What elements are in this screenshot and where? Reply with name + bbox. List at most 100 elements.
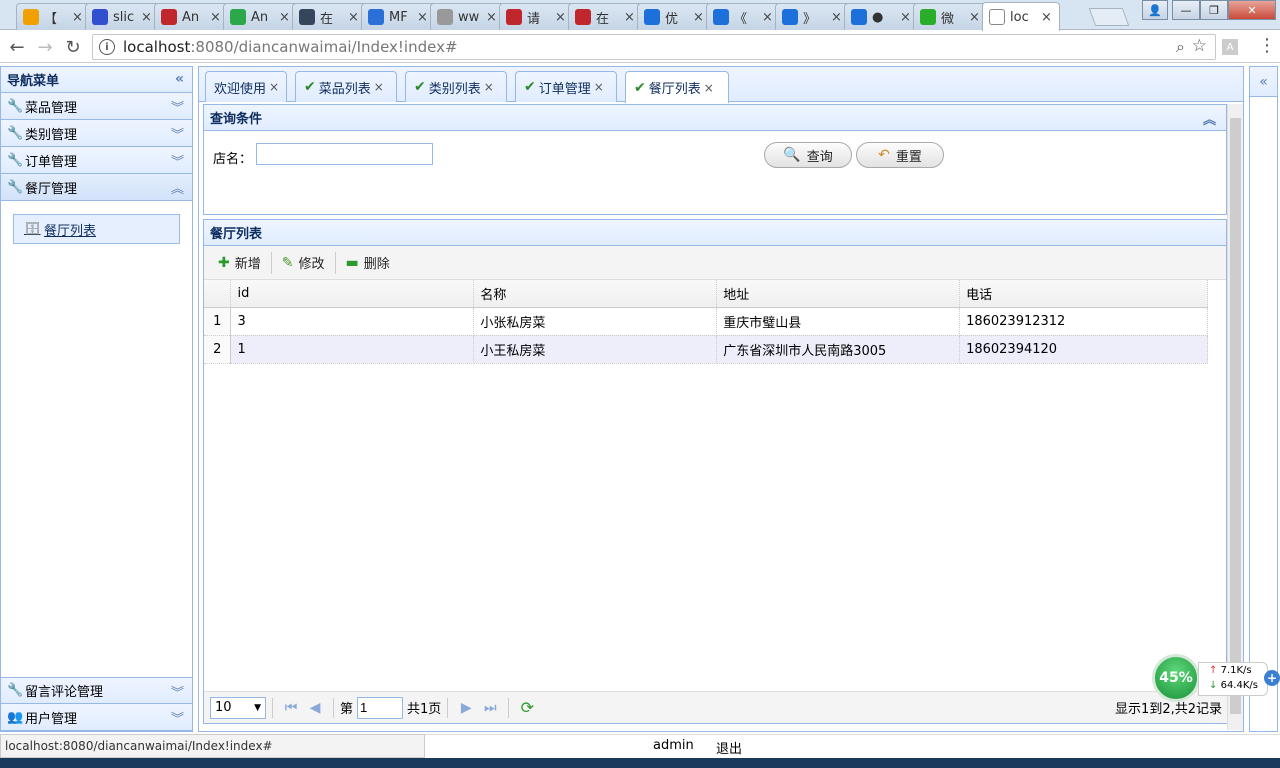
info-icon[interactable]: i xyxy=(99,39,115,55)
favicon-icon xyxy=(230,9,246,25)
browser-tab[interactable]: ● × xyxy=(844,3,919,30)
close-tab-icon[interactable]: × xyxy=(417,10,429,25)
favicon-icon xyxy=(23,9,39,25)
collapse-icon[interactable]: ︽ xyxy=(171,178,184,197)
browser-tab[interactable]: 【× xyxy=(16,3,91,30)
last-page-icon[interactable]: ⏭ xyxy=(478,697,502,719)
minimize-button[interactable]: — xyxy=(1172,0,1200,20)
back-icon[interactable]: ← xyxy=(6,36,28,58)
close-window-button[interactable]: ✕ xyxy=(1228,0,1276,20)
tab-category-list[interactable]: ✔ 类别列表 × xyxy=(405,71,507,102)
close-icon[interactable]: × xyxy=(594,80,604,94)
expand-icon[interactable]: ︾ xyxy=(171,124,184,143)
browser-tab[interactable]: An × xyxy=(154,3,229,30)
browser-tab[interactable]: 在 × xyxy=(568,3,643,30)
search-button[interactable]: 🔍 查询 xyxy=(764,142,852,168)
close-tab-icon[interactable]: × xyxy=(693,10,705,25)
close-tab-icon[interactable]: × xyxy=(210,10,222,25)
close-tab-icon[interactable]: × xyxy=(624,10,636,25)
browser-tab[interactable]: 优 × xyxy=(637,3,712,30)
browser-tab[interactable]: MF × xyxy=(361,3,436,30)
refresh-icon[interactable]: ⟳ xyxy=(515,697,539,719)
reset-button[interactable]: ↶ 重置 xyxy=(856,142,944,168)
tab-welcome[interactable]: 欢迎使用 × xyxy=(205,71,287,102)
close-tab-icon[interactable]: × xyxy=(555,10,567,25)
close-tab-icon[interactable]: × xyxy=(141,10,153,25)
close-tab-icon[interactable]: × xyxy=(831,10,843,25)
close-tab-icon[interactable]: × xyxy=(279,10,291,25)
new-tab-button[interactable] xyxy=(1088,8,1130,26)
expand-icon[interactable]: ︾ xyxy=(171,682,184,701)
column-header-id[interactable]: id xyxy=(230,280,475,308)
network-monitor-widget[interactable]: 45% ↑ 7.1K/s ↓ 64.4K/s + xyxy=(1152,654,1280,702)
zoom-icon[interactable]: ⌕ xyxy=(1176,37,1185,57)
page-size-select[interactable]: 10 ▼ xyxy=(210,696,266,719)
sidebar-section-comments[interactable]: 🔧 留言评论管理 ︾ xyxy=(1,677,192,704)
browser-tab[interactable]: slic × xyxy=(85,3,160,30)
column-header-phone[interactable]: 电话 xyxy=(959,280,1208,308)
browser-tab[interactable]: ww × xyxy=(430,3,505,30)
table-row[interactable]: 2 1 小王私房菜 广东省深圳市人民南路3005 18602394120 xyxy=(204,335,1208,364)
expand-icon[interactable]: ︾ xyxy=(171,708,184,727)
menu-icon[interactable]: ⋮ xyxy=(1258,35,1276,56)
close-tab-icon[interactable]: × xyxy=(486,10,498,25)
delete-button[interactable]: ▬ 删除 xyxy=(338,250,398,276)
maximize-button[interactable]: ❐ xyxy=(1200,0,1228,20)
close-icon[interactable]: × xyxy=(704,81,714,95)
favicon-icon xyxy=(713,9,729,25)
tab-restaurant-list[interactable]: ✔ 餐厅列表 × xyxy=(625,71,729,103)
sidebar-item-restaurant-list[interactable]: 🗄 餐厅列表 xyxy=(13,214,180,244)
browser-tab[interactable]: 《 × xyxy=(706,3,781,30)
close-tab-icon[interactable]: × xyxy=(969,10,981,25)
browser-tab[interactable]: loc × xyxy=(982,2,1060,31)
logout-link[interactable]: 退出 xyxy=(716,738,742,757)
close-tab-icon[interactable]: × xyxy=(72,10,84,25)
bookmark-star-icon[interactable]: ☆ xyxy=(1192,36,1207,56)
sidebar-section-orders[interactable]: 🔧 订单管理 ︾ xyxy=(1,147,192,174)
close-icon[interactable]: × xyxy=(269,80,279,94)
sidebar-section-categories[interactable]: 🔧 类别管理 ︾ xyxy=(1,120,192,147)
plus-icon[interactable]: + xyxy=(1264,670,1280,686)
expand-icon[interactable]: ︾ xyxy=(171,151,184,170)
url-field[interactable]: i localhost:8080/diancanwaimai/Index!ind… xyxy=(92,34,1216,60)
browser-tab[interactable]: 请 × xyxy=(499,3,574,30)
next-page-icon[interactable]: ▶ xyxy=(454,697,478,719)
close-tab-icon[interactable]: × xyxy=(762,10,774,25)
tab-dish-list[interactable]: ✔ 菜品列表 × xyxy=(295,71,397,102)
close-icon[interactable]: × xyxy=(374,80,384,94)
close-tab-icon[interactable]: × xyxy=(1041,10,1053,25)
sidebar-section-restaurants[interactable]: 🔧 餐厅管理 ︽ xyxy=(1,174,192,201)
collapse-left-icon[interactable]: « xyxy=(175,71,184,87)
close-tab-icon[interactable]: × xyxy=(900,10,912,25)
sidebar-section-dishes[interactable]: 🔧 菜品管理 ︾ xyxy=(1,93,192,120)
page-number-input[interactable] xyxy=(357,696,404,719)
pager-divider xyxy=(272,697,273,718)
close-icon[interactable]: × xyxy=(484,80,494,94)
shop-name-input[interactable] xyxy=(256,143,433,165)
browser-tab[interactable]: 在 × xyxy=(292,3,367,30)
sidebar-section-users[interactable]: 👥 用户管理 ︾ xyxy=(1,704,192,731)
expand-right-icon[interactable]: « xyxy=(1250,67,1277,97)
column-header-address[interactable]: 地址 xyxy=(716,280,961,308)
pager-divider xyxy=(447,697,449,718)
first-page-icon[interactable]: ⏮ xyxy=(279,697,303,719)
collapse-icon[interactable]: ︽ xyxy=(1203,109,1216,128)
column-header-name[interactable]: 名称 xyxy=(473,280,718,308)
extension-icon[interactable]: A xyxy=(1222,39,1238,55)
scrollbar-thumb[interactable] xyxy=(1230,118,1241,714)
close-tab-icon[interactable]: × xyxy=(348,10,360,25)
edit-button[interactable]: ✎ 修改 xyxy=(274,250,333,276)
vertical-scrollbar[interactable] xyxy=(1227,104,1243,730)
browser-tab[interactable]: 》 × xyxy=(775,3,850,30)
tab-order-management[interactable]: ✔ 订单管理 × xyxy=(515,71,617,102)
user-profile-button[interactable]: 👤 xyxy=(1142,0,1168,20)
reset-button-label: 重置 xyxy=(895,149,922,165)
browser-tab[interactable]: An × xyxy=(223,3,298,30)
table-row[interactable]: 1 3 小张私房菜 重庆市璧山县 186023912312 xyxy=(204,307,1208,336)
forward-icon[interactable]: → xyxy=(34,36,56,58)
expand-icon[interactable]: ︾ xyxy=(171,97,184,116)
prev-page-icon[interactable]: ◀ xyxy=(303,697,327,719)
add-button[interactable]: ✚ 新增 xyxy=(210,250,269,276)
browser-tab[interactable]: 微 × xyxy=(913,3,988,30)
reload-icon[interactable]: ↻ xyxy=(62,36,84,58)
